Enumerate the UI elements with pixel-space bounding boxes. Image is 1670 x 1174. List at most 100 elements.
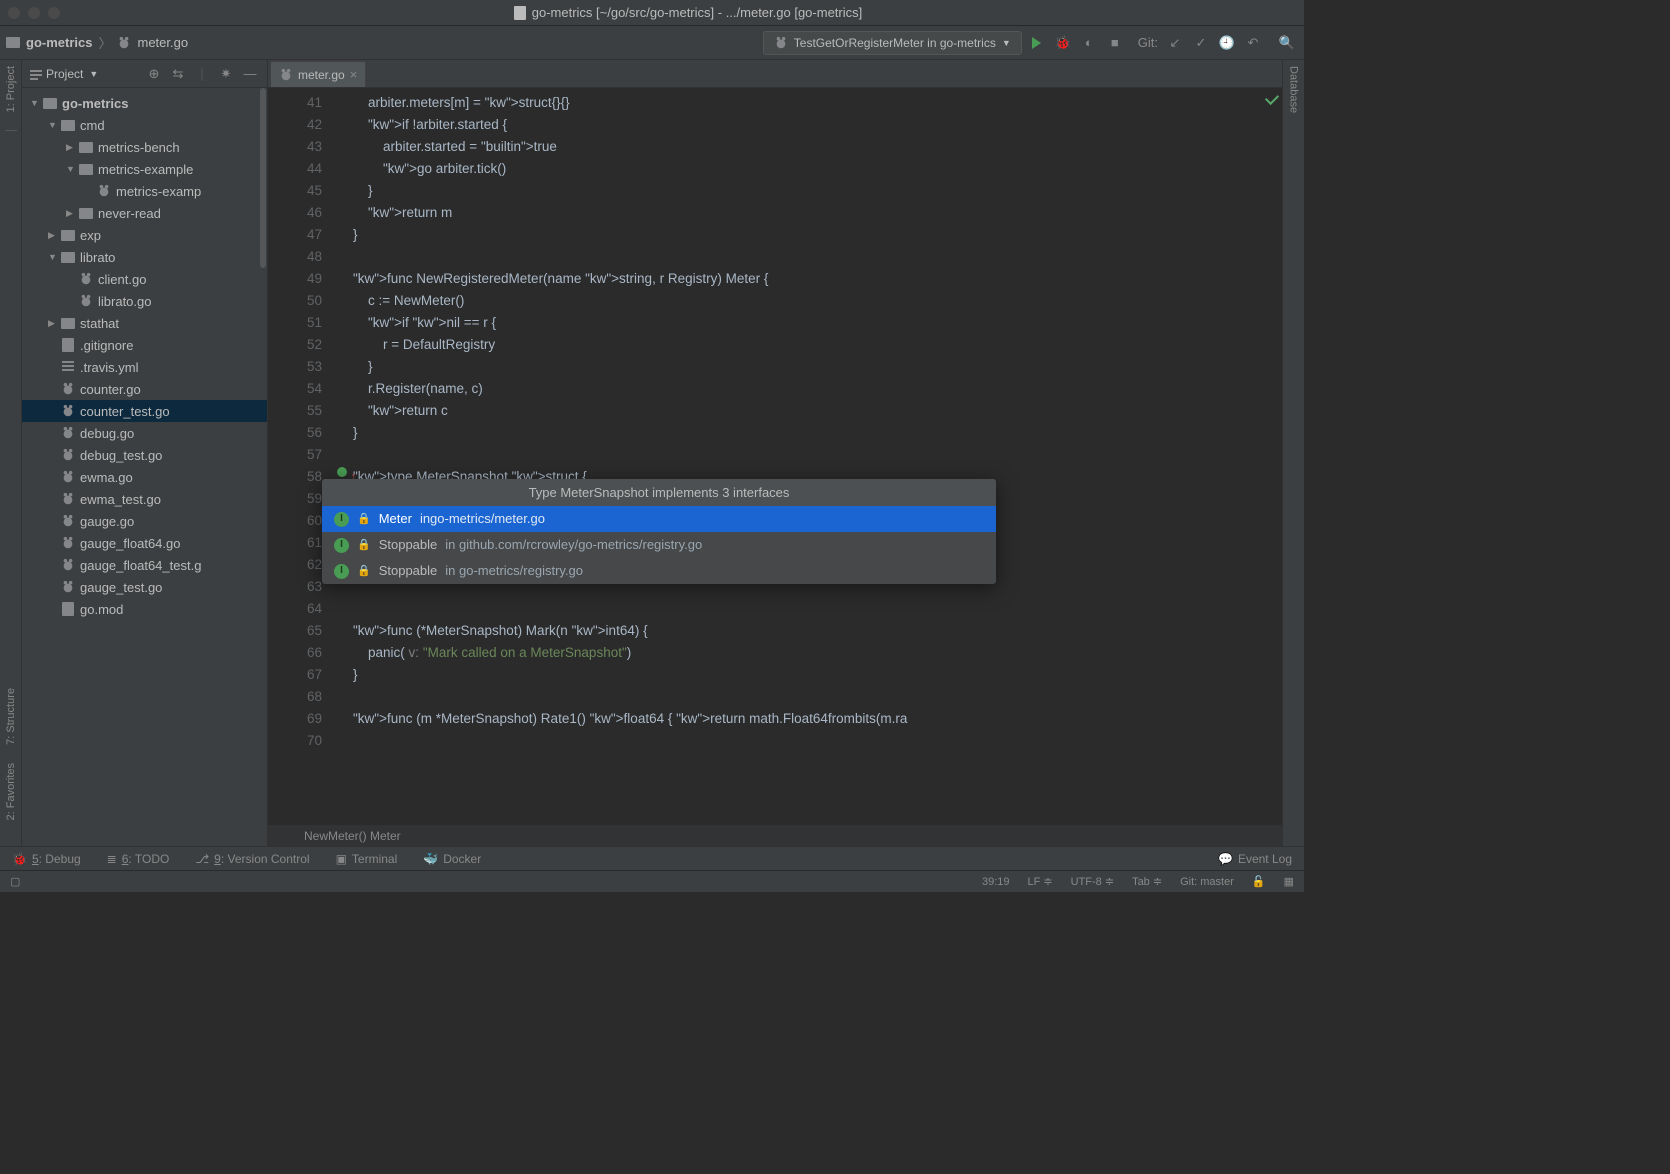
tree-row[interactable]: ▶stathat (22, 312, 267, 334)
tree-arrow-icon[interactable]: ▼ (48, 120, 60, 130)
git-branch[interactable]: Git: master (1180, 876, 1234, 888)
run-button[interactable] (1026, 32, 1048, 54)
git-history-button[interactable]: 🕘 (1216, 32, 1238, 54)
tree-row[interactable]: gauge.go (22, 510, 267, 532)
tree-row[interactable]: counter_test.go (22, 400, 267, 422)
popup-item[interactable]: I🔒Meter ingo-metrics/meter.go (322, 506, 996, 532)
line-ending[interactable]: LF ≑ (1027, 875, 1052, 888)
tree-row[interactable]: ▼cmd (22, 114, 267, 136)
code-text[interactable]: arbiter.meters[m] = "kw">struct{}{} "kw"… (338, 88, 1282, 825)
structure-tool-tab[interactable]: 7: Structure (5, 688, 17, 745)
editor-breadcrumb[interactable]: NewMeter() Meter (268, 825, 1282, 846)
todo-tool-tab[interactable]: ≣6: TODO (107, 852, 170, 866)
debug-tool-tab[interactable]: 🐞5: Debug (12, 852, 81, 866)
tree-label: counter_test.go (80, 404, 170, 419)
tree-row[interactable]: .travis.yml (22, 356, 267, 378)
expand-button[interactable]: ⇆ (169, 65, 187, 83)
tree-row[interactable]: ewma_test.go (22, 488, 267, 510)
vcs-tool-tab[interactable]: ⎇9: Version Control (195, 852, 309, 866)
cursor-position[interactable]: 39:19 (982, 876, 1010, 888)
tree-row[interactable]: go.mod (22, 598, 267, 620)
tree-row[interactable]: debug_test.go (22, 444, 267, 466)
code-area[interactable]: 41 42 43 44 45 46 47 48 49 50 51 52 53 5… (268, 88, 1282, 825)
tree-row[interactable]: ▼metrics-example (22, 158, 267, 180)
tree-row[interactable]: .gitignore (22, 334, 267, 356)
tree-label: gauge_float64_test.g (80, 558, 201, 573)
tree-row[interactable]: client.go (22, 268, 267, 290)
tab-close-icon[interactable]: × (350, 67, 358, 82)
debug-button[interactable]: 🐞 (1052, 32, 1074, 54)
tree-label: ewma_test.go (80, 492, 161, 507)
event-log-tab[interactable]: 💬Event Log (1218, 852, 1292, 866)
bottom-toolwin-bar: 🐞5: Debug ≣6: TODO ⎇9: Version Control ▣… (0, 846, 1304, 870)
chevron-right-icon: 〉 (98, 33, 111, 52)
tree-row[interactable]: ▶exp (22, 224, 267, 246)
terminal-tool-tab[interactable]: ▣Terminal (336, 852, 398, 866)
tree-row[interactable]: gauge_float64_test.g (22, 554, 267, 576)
bug-icon: 🐞 (12, 852, 27, 866)
indent[interactable]: Tab ≑ (1132, 875, 1162, 888)
tree-row[interactable]: debug.go (22, 422, 267, 444)
tree-row[interactable]: counter.go (22, 378, 267, 400)
database-tool-tab[interactable]: Database (1288, 66, 1300, 113)
settings-button[interactable]: ✷ (217, 65, 235, 83)
project-panel-title[interactable]: Project▼ (30, 67, 139, 81)
favorites-tool-tab[interactable]: 2: Favorites (5, 763, 17, 820)
git-update-button[interactable]: ↙ (1164, 32, 1186, 54)
tree-arrow-icon[interactable]: ▼ (66, 164, 78, 174)
tree-scrollbar[interactable] (260, 88, 266, 268)
locate-file-button[interactable]: ⊕ (145, 65, 163, 83)
interfaces-popup: Type MeterSnapshot implements 3 interfac… (322, 479, 996, 584)
text-icon (60, 602, 76, 616)
popup-item[interactable]: I🔒Stoppable in go-metrics/registry.go (322, 558, 996, 584)
tree-label: gauge.go (80, 514, 134, 529)
lock-icon: 🔒 (357, 534, 371, 556)
memory-icon[interactable]: ▦ (1284, 875, 1294, 888)
project-view-icon (30, 68, 42, 80)
git-commit-button[interactable]: ✓ (1190, 32, 1212, 54)
coverage-button[interactable]: ◐ (1078, 32, 1100, 54)
stop-button[interactable]: ■ (1104, 32, 1126, 54)
tree-row[interactable]: ewma.go (22, 466, 267, 488)
tree-row[interactable]: metrics-examp (22, 180, 267, 202)
project-tool-tab[interactable]: 1: Project (5, 66, 17, 112)
tree-arrow-icon[interactable]: ▶ (66, 208, 78, 219)
right-tool-gutter: Database (1282, 60, 1304, 846)
tree-arrow-icon[interactable]: ▶ (48, 318, 60, 329)
popup-item[interactable]: I🔒Stoppable in github.com/rcrowley/go-me… (322, 532, 996, 558)
tree-arrow-icon[interactable]: ▼ (48, 252, 60, 262)
window-min-dot[interactable] (28, 7, 40, 19)
tree-row[interactable]: ▶ metrics-bench (22, 136, 267, 158)
speech-icon: 💬 (1218, 852, 1233, 866)
window-max-dot[interactable] (48, 7, 60, 19)
search-everywhere-button[interactable]: 🔍 (1276, 32, 1298, 54)
tree-arrow-icon[interactable]: ▶ (48, 230, 60, 241)
breadcrumb[interactable]: go-metrics 〉 meter.go (6, 33, 188, 52)
go-icon (60, 404, 76, 418)
tree-row[interactable]: gauge_float64.go (22, 532, 267, 554)
tree-row[interactable]: librato.go (22, 290, 267, 312)
encoding[interactable]: UTF-8 ≑ (1071, 875, 1114, 888)
windows-icon[interactable]: ▢ (10, 875, 20, 888)
interface-badge-icon: I (334, 564, 349, 579)
lock-icon[interactable]: 🔓 (1252, 875, 1266, 888)
breadcrumb-root: go-metrics (26, 35, 92, 50)
git-revert-button[interactable]: ↶ (1242, 32, 1264, 54)
docker-tool-tab[interactable]: 🐳Docker (423, 852, 481, 866)
line-number-gutter[interactable]: 41 42 43 44 45 46 47 48 49 50 51 52 53 5… (268, 88, 338, 825)
statusbar: ▢ 39:19 LF ≑ UTF-8 ≑ Tab ≑ Git: master 🔓… (0, 870, 1304, 892)
tree-label: .gitignore (80, 338, 133, 353)
tree-row[interactable]: ▶never-read (22, 202, 267, 224)
run-configuration-selector[interactable]: TestGetOrRegisterMeter in go-metrics ▼ (763, 31, 1022, 55)
tree-row[interactable]: ▼go-metrics (22, 92, 267, 114)
tree-row[interactable]: ▼librato (22, 246, 267, 268)
tree-row[interactable]: gauge_test.go (22, 576, 267, 598)
project-tree[interactable]: ▼go-metrics▼cmd▶metrics-bench▼metrics-ex… (22, 88, 267, 846)
tree-arrow-icon[interactable]: ▼ (30, 98, 42, 108)
hide-panel-button[interactable]: — (241, 65, 259, 83)
editor-tab-meter[interactable]: meter.go × (270, 61, 366, 87)
tree-label: metrics-bench (98, 140, 180, 155)
tree-arrow-icon[interactable]: ▶ (66, 142, 78, 153)
window-close-dot[interactable] (8, 7, 20, 19)
implements-gutter-icon[interactable] (336, 466, 348, 478)
